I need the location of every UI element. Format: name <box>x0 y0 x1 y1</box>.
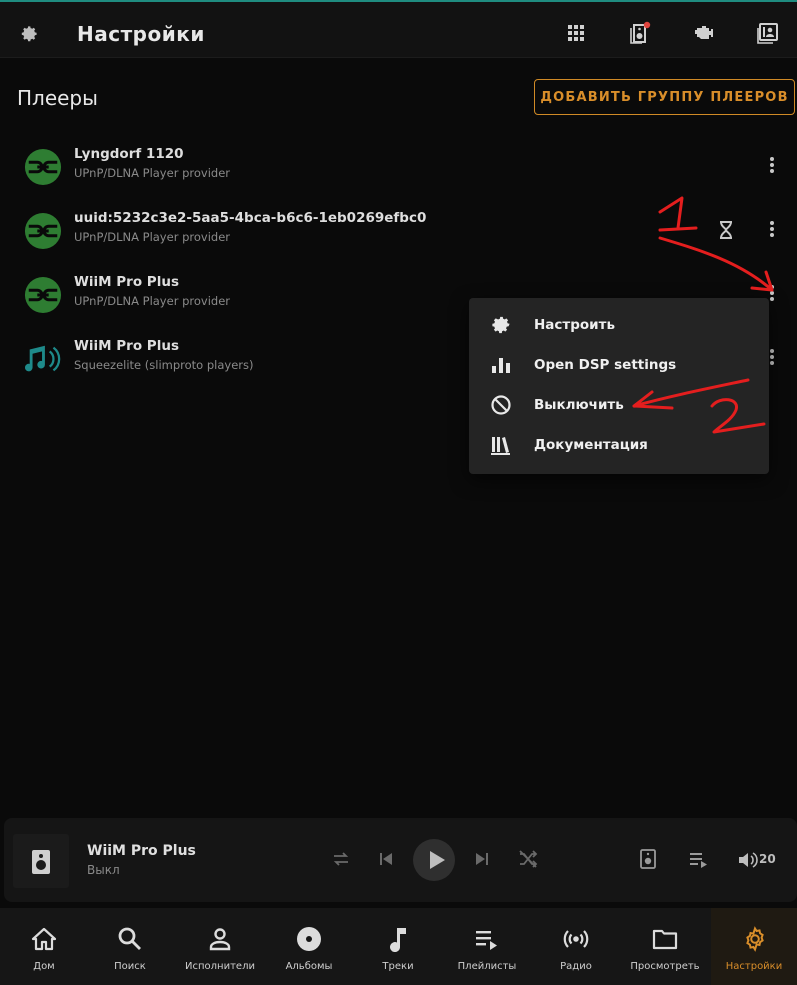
more-vert-icon[interactable] <box>761 154 783 176</box>
nav-item-home[interactable]: Дом <box>0 908 88 985</box>
queue-icon[interactable] <box>688 848 710 870</box>
nav-item-playlists[interactable]: Плейлисты <box>443 908 531 985</box>
menu-item-dsp-settings[interactable]: Open DSP settings <box>469 345 769 385</box>
search-icon <box>118 927 141 950</box>
block-icon <box>491 395 511 415</box>
menu-item-documentation[interactable]: Документация <box>469 425 769 465</box>
page-title: Настройки <box>77 22 205 46</box>
now-playing-status: Выкл <box>87 863 120 877</box>
cog-icon <box>492 316 510 334</box>
nav-label: Альбомы <box>285 961 333 972</box>
player-name: WiiM Pro Plus <box>74 274 179 290</box>
volume-icon[interactable] <box>737 850 759 870</box>
nav-item-browse[interactable]: Просмотреть <box>621 908 709 985</box>
artist-icon <box>209 928 231 951</box>
folder-icon <box>652 929 678 950</box>
speaker-icon <box>32 850 50 874</box>
hourglass-icon <box>720 221 732 239</box>
player-provider: UPnP/DLNA Player provider <box>74 230 230 244</box>
nav-item-radio[interactable]: Радио <box>532 908 620 985</box>
menu-item-configure[interactable]: Настроить <box>469 305 769 345</box>
dlna-icon <box>24 148 62 186</box>
now-playing-title: WiiM Pro Plus <box>87 843 196 859</box>
now-playing-artwork <box>13 834 69 888</box>
add-player-group-button[interactable]: ДОБАВИТЬ ГРУППУ ПЛЕЕРОВ <box>534 79 795 115</box>
player-context-menu: Настроить Open DSP settings Выключить До… <box>469 298 769 474</box>
settings-gear-icon <box>21 26 37 42</box>
dlna-icon <box>24 276 62 314</box>
speaker-output-icon[interactable] <box>637 848 659 870</box>
menu-item-label: Выключить <box>534 397 624 413</box>
player-name: Lyngdorf 1120 <box>74 146 184 162</box>
player-provider: UPnP/DLNA Player provider <box>74 166 230 180</box>
player-name: uuid:5232c3e2-5aa5-4bca-b6c6-1eb0269efbc… <box>74 210 427 226</box>
player-name: WiiM Pro Plus <box>74 338 179 354</box>
menu-item-label: Настроить <box>534 317 615 333</box>
settings-icon <box>746 926 764 952</box>
album-icon <box>297 927 321 951</box>
plugin-icon[interactable] <box>692 21 716 45</box>
play-icon <box>430 851 445 869</box>
dlna-icon <box>24 212 62 250</box>
shuffle-off-icon[interactable] <box>517 848 539 870</box>
volume-value: 20 <box>759 852 776 866</box>
skip-previous-icon[interactable] <box>375 848 397 870</box>
menu-item-disable[interactable]: Выключить <box>469 385 769 425</box>
player-row[interactable]: uuid:5232c3e2-5aa5-4bca-b6c6-1eb0269efbc… <box>0 198 797 262</box>
playlist-icon <box>476 931 497 950</box>
speaker-badge-icon[interactable] <box>628 21 652 45</box>
app-bar: Настройки <box>0 2 797 58</box>
nav-item-albums[interactable]: Альбомы <box>265 908 353 985</box>
player-row[interactable]: Lyngdorf 1120 UPnP/DLNA Player provider <box>0 134 797 198</box>
menu-item-label: Open DSP settings <box>534 357 677 373</box>
music-note-icon <box>390 928 406 952</box>
nav-item-artists[interactable]: Исполнители <box>176 908 264 985</box>
nav-label: Радио <box>560 961 592 972</box>
play-button[interactable] <box>413 839 455 881</box>
player-provider: Squeezelite (slimproto players) <box>74 358 254 372</box>
nav-item-search[interactable]: Поиск <box>86 908 174 985</box>
equalizer-bars-icon <box>492 358 510 373</box>
nav-label: Дом <box>33 961 55 972</box>
library-icon <box>491 437 510 455</box>
section-title: Плееры <box>17 86 98 110</box>
repeat-icon[interactable] <box>330 848 352 870</box>
music-notes-icon <box>24 345 61 372</box>
nav-label: Поиск <box>114 961 146 972</box>
nav-label: Плейлисты <box>457 961 517 972</box>
bottom-navigation: Дом Поиск Исполнители Альбомы Треки Плей… <box>0 908 797 985</box>
home-icon <box>31 927 57 951</box>
nav-label: Треки <box>382 961 414 972</box>
now-playing-bar[interactable]: WiiM Pro Plus Выкл 20 <box>4 818 797 902</box>
nav-label: Настройки <box>725 961 783 972</box>
nav-item-settings[interactable]: Настройки <box>711 908 797 985</box>
player-provider: UPnP/DLNA Player provider <box>74 294 230 308</box>
account-box-icon[interactable] <box>756 21 780 45</box>
nav-label: Исполнители <box>185 961 255 972</box>
grid-icon[interactable] <box>564 21 588 45</box>
nav-label: Просмотреть <box>630 961 700 972</box>
more-vert-icon[interactable] <box>761 218 783 240</box>
menu-item-label: Документация <box>534 437 648 453</box>
skip-next-icon[interactable] <box>471 848 493 870</box>
radio-icon <box>563 930 589 948</box>
nav-item-tracks[interactable]: Треки <box>354 908 442 985</box>
